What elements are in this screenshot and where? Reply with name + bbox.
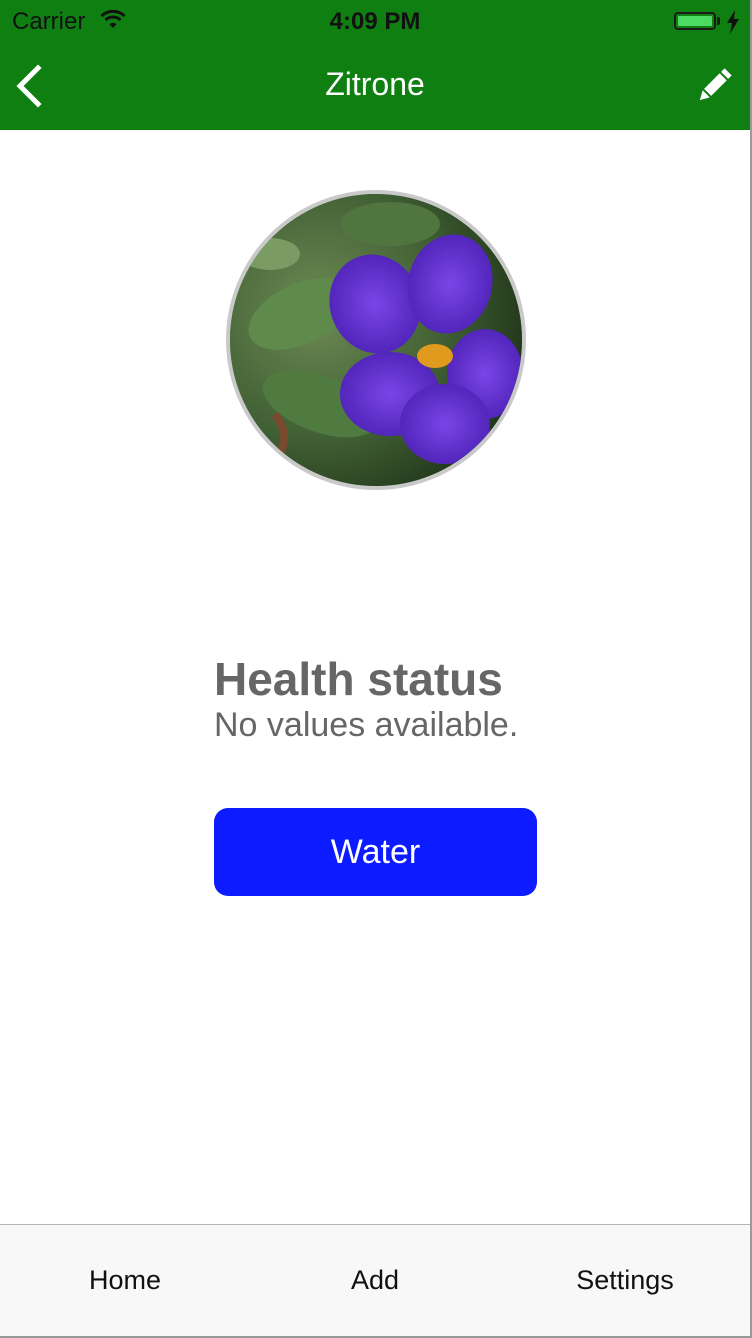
app-screen: Carrier 4:09 PM Zitrone Health status No…	[0, 0, 752, 1338]
page-title: Zitrone	[325, 66, 425, 102]
status-time: 4:09 PM	[329, 8, 421, 35]
health-status-value: No values available.	[214, 706, 519, 744]
battery-icon	[674, 12, 716, 30]
battery-level-fill	[678, 16, 712, 26]
plant-photo	[226, 190, 526, 490]
health-status-heading: Health status	[214, 653, 503, 705]
tab-settings[interactable]: Settings	[525, 1265, 725, 1296]
top-bar: Carrier 4:09 PM Zitrone	[0, 0, 750, 130]
navigation-bar: Zitrone	[0, 44, 750, 130]
status-bar: Carrier 4:09 PM	[0, 0, 750, 44]
pencil-icon	[699, 68, 732, 101]
edit-button[interactable]	[694, 66, 734, 106]
water-button[interactable]: Water	[214, 808, 537, 896]
tab-add[interactable]: Add	[275, 1265, 475, 1296]
flower-image	[230, 194, 522, 486]
battery-tip	[717, 17, 720, 25]
tab-bar: Home Add Settings	[0, 1224, 750, 1336]
charging-bolt-icon	[726, 10, 740, 39]
tab-home[interactable]: Home	[25, 1265, 225, 1296]
